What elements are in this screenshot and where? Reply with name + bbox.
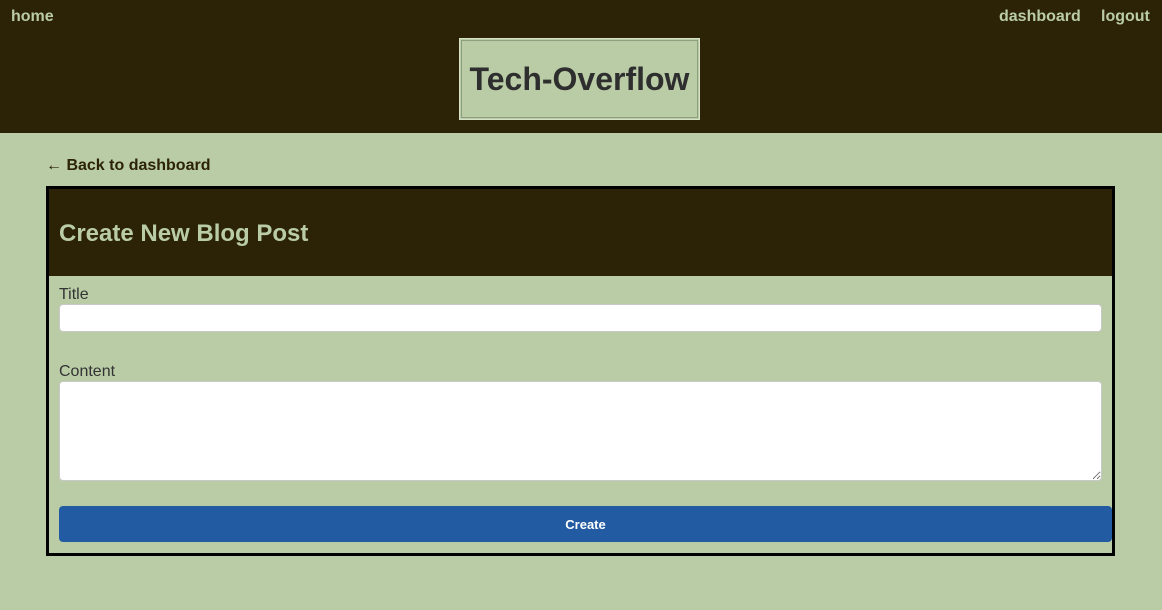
card-header: Create New Blog Post — [49, 189, 1112, 276]
create-post-card: Create New Blog Post Title Content Creat… — [46, 186, 1115, 556]
content-label: Content — [59, 363, 116, 380]
content-textarea[interactable] — [59, 381, 1102, 481]
nav-home-link[interactable]: home — [11, 8, 54, 26]
site-title: Tech-Overflow — [469, 60, 690, 97]
back-to-dashboard-link[interactable]: ← Back to dashboard — [46, 157, 210, 175]
brand-box: Tech-Overflow — [459, 38, 700, 120]
title-input[interactable] — [59, 304, 1102, 332]
site-header: home dashboard logout Tech-Overflow — [0, 0, 1162, 133]
title-label: Title — [59, 286, 89, 303]
card-title: Create New Blog Post — [59, 220, 309, 247]
nav-dashboard-link[interactable]: dashboard — [999, 8, 1081, 26]
create-button[interactable]: Create — [59, 506, 1112, 542]
nav-logout-link[interactable]: logout — [1101, 8, 1150, 26]
